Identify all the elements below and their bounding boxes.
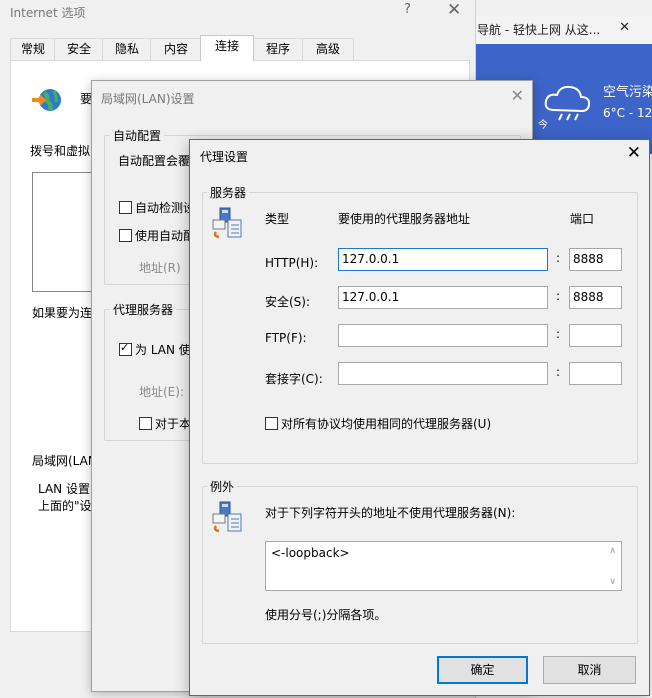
server-computer-icon [210,206,244,243]
cancel-button[interactable]: 取消 [543,656,636,684]
weather-today-badge: 今 [538,120,548,131]
internet-options-title: Internet 选项 [10,6,86,20]
tab-privacy[interactable]: 隐私 [102,38,152,60]
proxy-address-label: 地址(E): [139,385,184,399]
tab-content[interactable]: 内容 [150,38,202,60]
ftp-label: FTP(F): [265,331,307,345]
auto-detect-checkbox[interactable] [119,201,132,214]
tab-connections[interactable]: 连接 [200,35,254,61]
bypass-local-checkbox[interactable] [139,417,152,430]
same-proxy-label: 对所有协议均使用相同的代理服务器(U) [281,417,492,431]
secure-port-input[interactable]: 8888 [569,286,622,309]
help-icon[interactable]: ? [404,2,411,17]
exceptions-computer-icon [210,500,244,537]
use-proxy-checkbox[interactable] [119,341,132,356]
auto-script-label: 使用自动配 [135,229,196,243]
http-label: HTTP(H): [265,256,319,270]
use-proxy-label: 为 LAN 使 [135,343,191,357]
tab-general[interactable]: 常规 [10,38,56,60]
close-icon[interactable]: ✕ [447,0,461,20]
socks-port-input[interactable] [569,362,622,385]
ok-button[interactable]: 确定 [437,656,528,684]
cloud-rain-icon [542,84,594,125]
lan-settings-desc-1: LAN 设置 [38,482,90,496]
close-icon[interactable]: ✕ [627,143,641,163]
auto-config-text: 自动配置会覆 [118,154,191,168]
col-address-header: 要使用的代理服务器地址 [338,212,471,226]
tab-advanced[interactable]: 高级 [302,38,354,60]
proxy-hint-text: 如果要为连 [32,306,93,320]
col-type-header: 类型 [265,212,290,226]
col-port-header: 端口 [570,212,595,226]
exceptions-textarea[interactable]: <-loopback> ∧ ∨ [265,541,622,591]
http-port-input[interactable]: 8888 [569,248,622,271]
auto-detect-label: 自动检测设 [135,201,196,215]
exceptions-group-label: 例外 [207,478,238,495]
servers-group-label: 服务器 [207,184,250,201]
dialup-vpn-label: 拨号和虚拟 [30,144,91,158]
tab-programs[interactable]: 程序 [252,38,304,60]
secure-address-input[interactable]: 127.0.0.1 [338,286,548,309]
ftp-address-input[interactable] [338,324,548,347]
http-colon: : [556,251,561,265]
weather-title: 空气污染 [603,85,652,100]
lan-settings-desc-2: 上面的"设 [38,499,92,513]
scroll-down-icon[interactable]: ∨ [609,577,616,587]
globe-network-icon [30,86,64,117]
lan-settings-title: 局域网(LAN)设置 [101,92,195,106]
exceptions-value: <-loopback> [271,546,350,560]
bypass-local-label: 对于本 [155,417,192,431]
browser-tab-close-icon[interactable]: ✕ [619,20,630,35]
auto-config-group-label: 自动配置 [110,127,165,144]
proxy-settings-dialog: 代理设置 ✕ 服务器 类型 要使用的代理服务器地址 端口 HTTP(H): 12… [189,139,650,696]
lan-settings-group-label: 局域网(LAN [32,454,97,468]
http-address-input[interactable]: 127.0.0.1 [338,248,548,271]
secure-colon: : [556,289,561,303]
proxy-server-group-label: 代理服务器 [110,301,177,318]
tab-security[interactable]: 安全 [54,38,104,60]
ftp-port-input[interactable] [569,324,622,347]
browser-tab[interactable]: 导航 - 轻快上网 从这... ✕ [475,16,652,45]
socks-label: 套接字(C): [265,372,323,386]
auto-script-checkbox[interactable] [119,229,132,242]
socks-colon: : [556,365,561,379]
scroll-up-icon[interactable]: ∧ [609,546,616,556]
secure-label: 安全(S): [265,295,311,309]
dialup-connections-list[interactable] [32,172,96,292]
same-proxy-checkbox[interactable] [265,417,278,430]
ftp-colon: : [556,327,561,341]
exceptions-hint: 使用分号(;)分隔各项。 [265,608,387,622]
close-icon[interactable]: ✕ [511,86,524,105]
browser-tab-title: 导航 - 轻快上网 从这... [477,23,601,37]
script-address-label: 地址(R) [139,261,181,275]
socks-address-input[interactable] [338,362,548,385]
proxy-settings-title: 代理设置 [200,150,249,164]
weather-temperature: 6°C - 12° [603,106,652,120]
exceptions-description: 对于下列字符开头的地址不使用代理服务器(N): [265,506,516,520]
